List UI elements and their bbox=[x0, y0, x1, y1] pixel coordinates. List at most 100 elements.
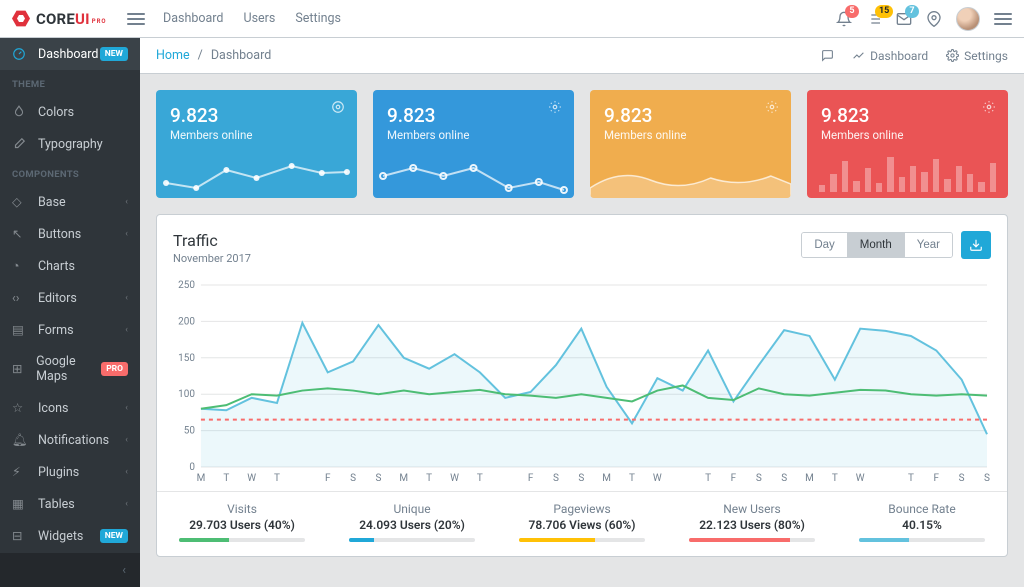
svg-text:250: 250 bbox=[178, 280, 195, 291]
sidebar-item-charts[interactable]: ◔Charts bbox=[0, 250, 140, 282]
stat-title: Bounce Rate bbox=[843, 502, 1001, 516]
widget-value: 9.823 bbox=[170, 104, 343, 127]
widget-card-4: 9.823 Members online bbox=[807, 90, 1008, 198]
sidebar-item-typography[interactable]: Typography bbox=[0, 128, 140, 160]
svg-text:T: T bbox=[908, 473, 914, 484]
svg-text:T: T bbox=[629, 473, 635, 484]
svg-text:S: S bbox=[781, 473, 787, 484]
widget-gear-icon[interactable] bbox=[548, 100, 562, 118]
sidebar-label: Tables bbox=[38, 497, 75, 512]
chevron-left-icon: ‹ bbox=[125, 435, 128, 445]
svg-text:M: M bbox=[197, 473, 206, 484]
traffic-chart: 050100150200250MTWTFSSMTWTFSSMTWTFSSMTWT… bbox=[157, 269, 1007, 485]
aside-toggle-icon[interactable] bbox=[994, 13, 1012, 25]
sidebar-minimizer[interactable]: ‹ bbox=[0, 553, 140, 587]
sidebar-label: Dashboard bbox=[38, 47, 98, 62]
chevron-left-icon: ‹ bbox=[125, 325, 128, 335]
sidebar-item-base[interactable]: ◇Base‹ bbox=[0, 186, 140, 218]
sidebar-item-forms[interactable]: ▤Forms‹ bbox=[0, 314, 140, 346]
svg-text:T: T bbox=[274, 473, 280, 484]
logo-hex-icon bbox=[12, 10, 30, 28]
sidebar-toggle-icon[interactable] bbox=[127, 13, 145, 25]
svg-text:F: F bbox=[731, 473, 737, 484]
sidebar-item-gmaps[interactable]: ⊞ Google MapsPRO bbox=[0, 346, 140, 392]
bell-badge: 5 bbox=[845, 5, 859, 18]
sidebar-item-icons[interactable]: ☆ Icons ‹ bbox=[0, 392, 140, 424]
sidebar-item-widgets[interactable]: ⊟WidgetsNEW bbox=[0, 520, 140, 552]
chevron-left-icon: ‹ bbox=[125, 467, 128, 477]
sidebar-label: Forms bbox=[38, 323, 74, 338]
svg-text:F: F bbox=[325, 473, 331, 484]
mail-icon[interactable]: 7 bbox=[896, 11, 912, 27]
drop-icon bbox=[12, 105, 28, 119]
sidebar-item-editors[interactable]: ‹›Editors‹ bbox=[0, 282, 140, 314]
sidebar-item-colors[interactable]: Colors bbox=[0, 96, 140, 128]
sidebar-label: Base bbox=[38, 195, 66, 210]
topnav-settings[interactable]: Settings bbox=[295, 11, 341, 26]
widget-gear-icon[interactable] bbox=[982, 100, 996, 118]
user-avatar[interactable] bbox=[956, 7, 980, 31]
bell2-icon: 🔔︎ bbox=[12, 433, 28, 448]
chevron-left-icon: ‹ bbox=[125, 403, 128, 413]
pencil-icon bbox=[12, 137, 28, 151]
breadcrumb-home[interactable]: Home bbox=[156, 48, 190, 63]
tasks-icon[interactable]: 15 bbox=[866, 11, 882, 27]
stat-unique: Unique24.093 Users (20%) bbox=[327, 492, 497, 556]
widget-card-3: 9.823 Members online bbox=[590, 90, 791, 198]
period-day[interactable]: Day bbox=[802, 233, 846, 257]
section-components: COMPONENTS bbox=[0, 160, 140, 186]
bc-speech-icon[interactable] bbox=[821, 49, 834, 62]
location-icon[interactable] bbox=[926, 11, 942, 27]
sidebar-item-buttons[interactable]: ↖Buttons‹ bbox=[0, 218, 140, 250]
stat-visits: Visits29.703 Users (40%) bbox=[157, 492, 327, 556]
code-icon: ‹› bbox=[12, 291, 28, 306]
pro-badge: PRO bbox=[101, 362, 128, 376]
map-icon: ⊞ bbox=[12, 361, 26, 377]
stat-pageviews: Pageviews78.706 Views (60%) bbox=[497, 492, 667, 556]
chevron-left-icon: ‹ bbox=[125, 229, 128, 239]
sparkline-2 bbox=[373, 148, 574, 198]
svg-text:F: F bbox=[528, 473, 534, 484]
sidebar-label: Widgets bbox=[38, 529, 83, 544]
topnav-users[interactable]: Users bbox=[243, 11, 275, 26]
section-theme: THEME bbox=[0, 70, 140, 96]
sidebar-item-dashboard[interactable]: Dashboard NEW bbox=[0, 38, 140, 70]
content: 9.823 Members online 9.823 Members onlin… bbox=[140, 74, 1024, 573]
svg-text:M: M bbox=[399, 473, 408, 484]
svg-text:200: 200 bbox=[178, 316, 195, 327]
app-header: COREUI PRO Dashboard Users Settings 5 15… bbox=[0, 0, 1024, 38]
widget-gear-icon[interactable] bbox=[765, 100, 779, 118]
bell-icon[interactable]: 5 bbox=[836, 11, 852, 27]
widget-value: 9.823 bbox=[821, 104, 994, 127]
brand-pro: PRO bbox=[92, 18, 107, 25]
bc-dashboard-link[interactable]: Dashboard bbox=[852, 49, 928, 63]
svg-text:50: 50 bbox=[184, 426, 196, 437]
svg-text:S: S bbox=[756, 473, 762, 484]
svg-text:T: T bbox=[477, 473, 483, 484]
sidebar-label: Icons bbox=[38, 401, 68, 416]
download-button[interactable] bbox=[961, 231, 991, 259]
brand-core: CORE bbox=[36, 10, 75, 28]
period-year[interactable]: Year bbox=[904, 233, 952, 257]
mail-badge: 7 bbox=[905, 5, 919, 18]
traffic-header: Traffic November 2017 Day Month Year bbox=[157, 215, 1007, 269]
widget-settings-icon[interactable] bbox=[331, 100, 345, 118]
star-icon: ☆ bbox=[12, 400, 28, 416]
speedometer-icon bbox=[12, 47, 28, 61]
piechart-icon: ◔ bbox=[12, 259, 28, 274]
sidebar-item-plugins[interactable]: ⚡︎Plugins‹ bbox=[0, 456, 140, 488]
bolt-icon: ⚡︎ bbox=[12, 464, 28, 480]
svg-text:S: S bbox=[959, 473, 965, 484]
header-right: 5 15 7 bbox=[836, 7, 1012, 31]
sidebar-item-notifications[interactable]: 🔔︎Notifications‹ bbox=[0, 424, 140, 456]
breadcrumb-current: Dashboard bbox=[211, 48, 271, 63]
svg-text:S: S bbox=[350, 473, 356, 484]
topnav-dashboard[interactable]: Dashboard bbox=[163, 11, 223, 26]
sidebar-item-tables[interactable]: ▦Tables‹ bbox=[0, 488, 140, 520]
svg-text:M: M bbox=[805, 473, 814, 484]
brand-logo[interactable]: COREUI PRO bbox=[12, 10, 127, 28]
widget-card-1: 9.823 Members online bbox=[156, 90, 357, 198]
bc-settings-link[interactable]: Settings bbox=[946, 49, 1008, 63]
period-month[interactable]: Month bbox=[847, 233, 904, 257]
sidebar-label: Google Maps bbox=[36, 354, 101, 384]
